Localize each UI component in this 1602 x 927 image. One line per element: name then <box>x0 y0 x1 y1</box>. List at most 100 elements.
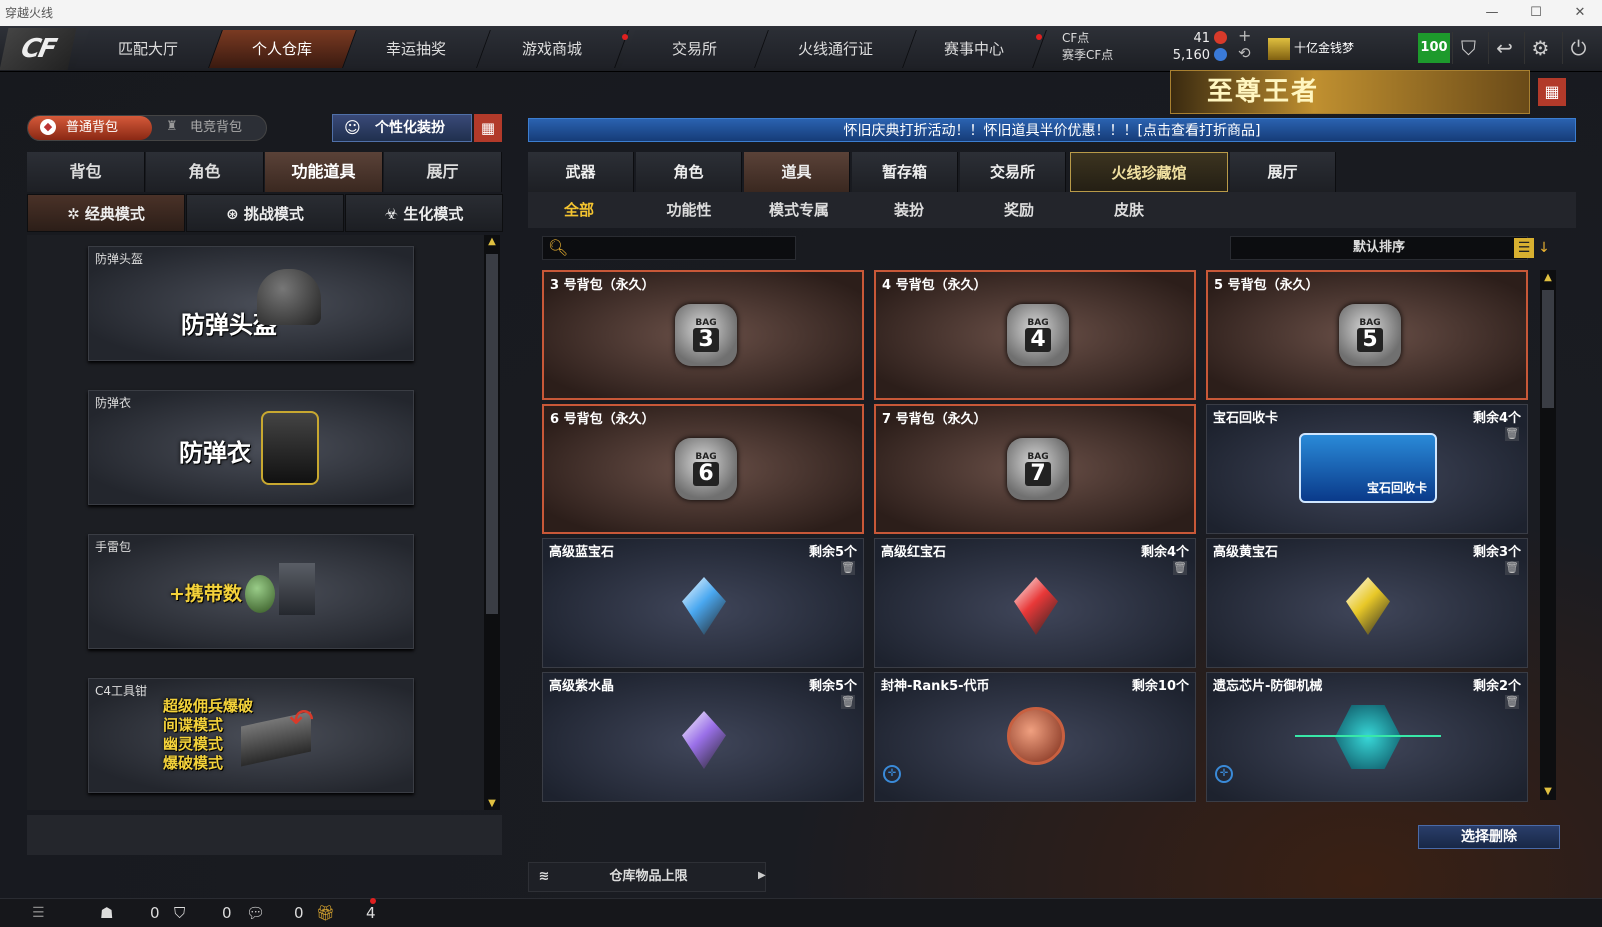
search-input[interactable] <box>542 236 796 260</box>
title-bar: 穿越火线 <box>0 0 1602 26</box>
scroll-up-icon[interactable]: ▲ <box>1540 272 1556 283</box>
mode-classic[interactable]: ✲ 经典模式 <box>27 194 185 232</box>
backpack-icon: BAG 6 <box>675 438 737 500</box>
tab-personal-storage[interactable]: 个人仓库 <box>209 30 357 68</box>
promo-marquee[interactable]: 怀旧庆典打折活动！！怀旧道具半价优惠！！！[点击查看打折商品] <box>528 118 1576 142</box>
trash-icon[interactable]: 🗑︎ <box>1505 695 1519 709</box>
list-item[interactable]: 手雷包 +携带数 <box>88 534 414 649</box>
ltab-backpack[interactable]: 背包 <box>27 152 145 192</box>
rtab-showroom[interactable]: 展厅 <box>1230 152 1336 192</box>
scroll-down-icon[interactable]: ▼ <box>1540 786 1556 797</box>
left-scroll-thumb[interactable] <box>486 254 498 614</box>
grid-icon[interactable]: ▦ <box>474 114 502 142</box>
gift-icon[interactable]: 🎁︎ <box>316 902 335 924</box>
clan-icon[interactable]: ⛉ <box>174 902 185 924</box>
mode-challenge[interactable]: ⊛ 挑战模式 <box>186 194 344 232</box>
season-coin-icon <box>1214 48 1227 61</box>
rtab-weapons[interactable]: 武器 <box>528 152 634 192</box>
gear-icon[interactable]: ⚙ <box>1524 32 1556 64</box>
item-card[interactable]: 封神-Rank5-代币 剩余10个 ✛ <box>874 672 1196 802</box>
right-scroll-thumb[interactable] <box>1542 290 1554 408</box>
subtab-all[interactable]: 全部 <box>524 192 634 228</box>
ltab-functional[interactable]: 功能道具 <box>265 152 383 192</box>
biohazard-icon: ☣ <box>384 205 404 223</box>
add-cf-button[interactable]: + <box>1238 26 1251 45</box>
item-art-text: +携带数 <box>169 583 242 605</box>
item-card[interactable]: 高级紫水晶 剩余5个 🗑︎ <box>542 672 864 802</box>
item-card[interactable]: 5 号背包（永久） BAG 5 <box>1206 270 1528 400</box>
trash-icon[interactable]: 🗑︎ <box>841 561 855 575</box>
money-badge[interactable]: 十亿金钱梦 <box>1268 34 1408 62</box>
sort-direction-icon[interactable]: ↓ <box>1536 238 1552 258</box>
item-card[interactable]: 6 号背包（永久） BAG 6 <box>542 404 864 534</box>
item-title: C4工具钳 <box>95 684 148 698</box>
tab-game-shop[interactable]: 游戏商城 <box>477 30 629 68</box>
list-item[interactable]: 防弹头盔 防弹头盔 <box>88 246 414 361</box>
item-card[interactable]: 高级蓝宝石 剩余5个 🗑︎ <box>542 538 864 668</box>
item-card[interactable]: 3 号背包（永久） BAG 3 <box>542 270 864 400</box>
trash-icon[interactable]: 🗑︎ <box>1173 561 1187 575</box>
friends-icon[interactable]: ☗ <box>100 902 113 924</box>
item-card[interactable]: 4 号背包（永久） BAG 4 <box>874 270 1196 400</box>
rtab-character[interactable]: 角色 <box>636 152 742 192</box>
list-icon[interactable]: ☰ <box>1514 238 1534 258</box>
sort-select[interactable]: 默认排序 <box>1230 236 1528 260</box>
refresh-icon[interactable]: ⟲ <box>1238 44 1251 62</box>
item-card[interactable]: 高级红宝石 剩余4个 🗑︎ <box>874 538 1196 668</box>
trash-icon[interactable]: 🗑︎ <box>841 695 855 709</box>
rtab-exchange[interactable]: 交易所 <box>960 152 1066 192</box>
minimize-button[interactable]: — <box>1470 0 1514 26</box>
list-item[interactable]: 防弹衣 防弹衣 <box>88 390 414 505</box>
tab-exchange[interactable]: 交易所 <box>621 30 769 68</box>
tab-battle-pass[interactable]: 火线通行证 <box>755 30 917 68</box>
return-icon[interactable]: ↩ <box>1488 32 1520 64</box>
notification-dot <box>622 34 628 40</box>
friends-count: 0 <box>150 904 160 922</box>
ltab-showroom[interactable]: 展厅 <box>384 152 502 192</box>
subtab-skins[interactable]: 皮肤 <box>1074 192 1184 228</box>
trash-icon[interactable]: 🗑︎ <box>1505 427 1519 441</box>
item-card[interactable]: 遗忘芯片-防御机械 剩余2个 🗑︎ ✛ <box>1206 672 1528 802</box>
card-title: 高级蓝宝石 <box>549 545 615 560</box>
item-card[interactable]: 7 号背包（永久） BAG 7 <box>874 404 1196 534</box>
rtab-items[interactable]: 道具 <box>744 152 850 192</box>
notification-dot <box>1036 34 1042 40</box>
target-icon[interactable]: ✛ <box>1215 765 1233 783</box>
power-icon[interactable]: ⏻ <box>1562 32 1594 64</box>
select-delete-button[interactable]: 选择删除 <box>1418 825 1560 849</box>
tab-event-center[interactable]: 赛事中心 <box>903 30 1047 68</box>
card-count: 剩余10个 <box>1131 679 1189 694</box>
mode-biochemical[interactable]: ☣ 生化模式 <box>345 194 503 232</box>
window-title: 穿越火线 <box>5 6 54 20</box>
shield-icon[interactable]: ⛉ <box>1452 32 1484 64</box>
menu-icon[interactable]: ☰ <box>32 902 45 924</box>
item-card[interactable]: 高级黄宝石 剩余3个 🗑︎ <box>1206 538 1528 668</box>
tab-match-lobby[interactable]: 匹配大厅 <box>75 30 223 68</box>
scroll-up-icon[interactable]: ▲ <box>484 236 500 247</box>
trash-icon[interactable]: 🗑︎ <box>1505 561 1519 575</box>
storage-capacity[interactable]: ≋ 仓库物品上限 <box>528 862 766 892</box>
subtab-functional[interactable]: 功能性 <box>634 192 744 228</box>
chat-icon[interactable]: 💬︎ <box>246 902 265 924</box>
close-button[interactable]: ✕ <box>1558 0 1602 26</box>
subtab-mode-exclusive[interactable]: 模式专属 <box>744 192 854 228</box>
card-title: 5 号背包（永久） <box>1214 278 1319 293</box>
list-item[interactable]: C4工具钳 超级佣兵爆破 间谍模式 幽灵模式 爆破模式 ↶ <box>88 678 414 793</box>
item-title: 防弹衣 <box>95 396 132 410</box>
promo-banner[interactable]: 至尊王者 <box>1170 70 1530 114</box>
cf-logo[interactable]: CF <box>0 28 77 70</box>
ltab-character[interactable]: 角色 <box>146 152 264 192</box>
grid-icon[interactable]: ▦ <box>1538 78 1566 106</box>
level-badge[interactable]: 100 <box>1418 33 1450 63</box>
tab-lucky-draw[interactable]: 幸运抽奖 <box>343 30 491 68</box>
yellow-gem-icon <box>1346 577 1390 635</box>
maximize-button[interactable]: ☐ <box>1514 0 1558 26</box>
target-icon[interactable]: ✛ <box>883 765 901 783</box>
chevron-right-icon: ▶ <box>758 870 766 881</box>
subtab-dressup[interactable]: 装扮 <box>854 192 964 228</box>
item-card[interactable]: 宝石回收卡 剩余4个 🗑︎ 宝石回收卡 <box>1206 404 1528 534</box>
subtab-rewards[interactable]: 奖励 <box>964 192 1074 228</box>
scroll-down-icon[interactable]: ▼ <box>484 798 500 809</box>
rtab-storage-box[interactable]: 暂存箱 <box>852 152 958 192</box>
rtab-collection[interactable]: 火线珍藏馆 <box>1070 152 1228 192</box>
